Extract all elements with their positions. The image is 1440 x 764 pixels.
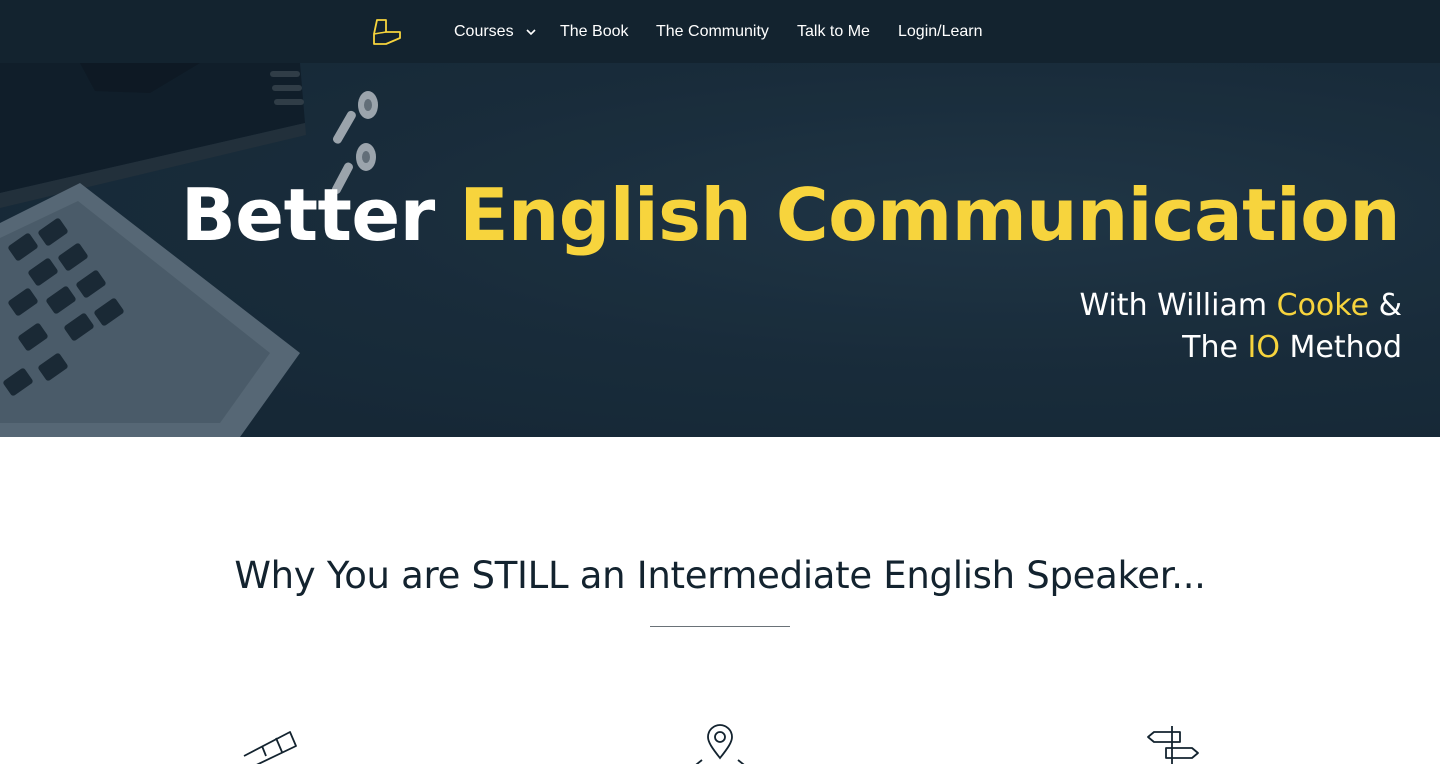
hero-title-yellow: English Communication: [459, 173, 1400, 257]
hero-subtitle-highlight: Cooke: [1276, 288, 1370, 323]
hero-subtitle-text: With William: [1079, 288, 1268, 323]
hero-banner: Better English Communication With Willia…: [0, 63, 1440, 437]
section-divider: [650, 626, 790, 627]
nav-item-the-book[interactable]: The Book: [560, 21, 628, 43]
nav-item-the-community[interactable]: The Community: [656, 21, 769, 43]
hero-subtitle-text: &: [1378, 288, 1402, 323]
hero-title-white: Better: [180, 173, 435, 257]
hero-subtitle-text: Method: [1289, 330, 1402, 365]
chevron-down-icon: [526, 29, 536, 35]
nav-item-courses[interactable]: Courses: [454, 21, 536, 43]
location-pin-map-icon: [695, 724, 745, 764]
hero-subtitle-highlight: IO: [1247, 330, 1280, 365]
telescope-icon: [243, 731, 297, 764]
nav-item-talk-to-me[interactable]: Talk to Me: [797, 21, 870, 43]
nav-item-login-learn[interactable]: Login/Learn: [898, 21, 983, 43]
io-method-logo-icon[interactable]: [370, 16, 404, 48]
section-heading: Why You are STILL an Intermediate Englis…: [234, 554, 1206, 597]
top-navigation-bar: Courses The Book The Community Talk to M…: [0, 0, 1440, 63]
hero-subtitle: With William Cooke & The IO Method: [1079, 285, 1402, 369]
hero-title: Better English Communication: [180, 173, 1401, 257]
hero-subtitle-text: The: [1182, 330, 1238, 365]
nav-item-label: Courses: [454, 23, 514, 40]
signpost-icon: [1147, 726, 1199, 764]
